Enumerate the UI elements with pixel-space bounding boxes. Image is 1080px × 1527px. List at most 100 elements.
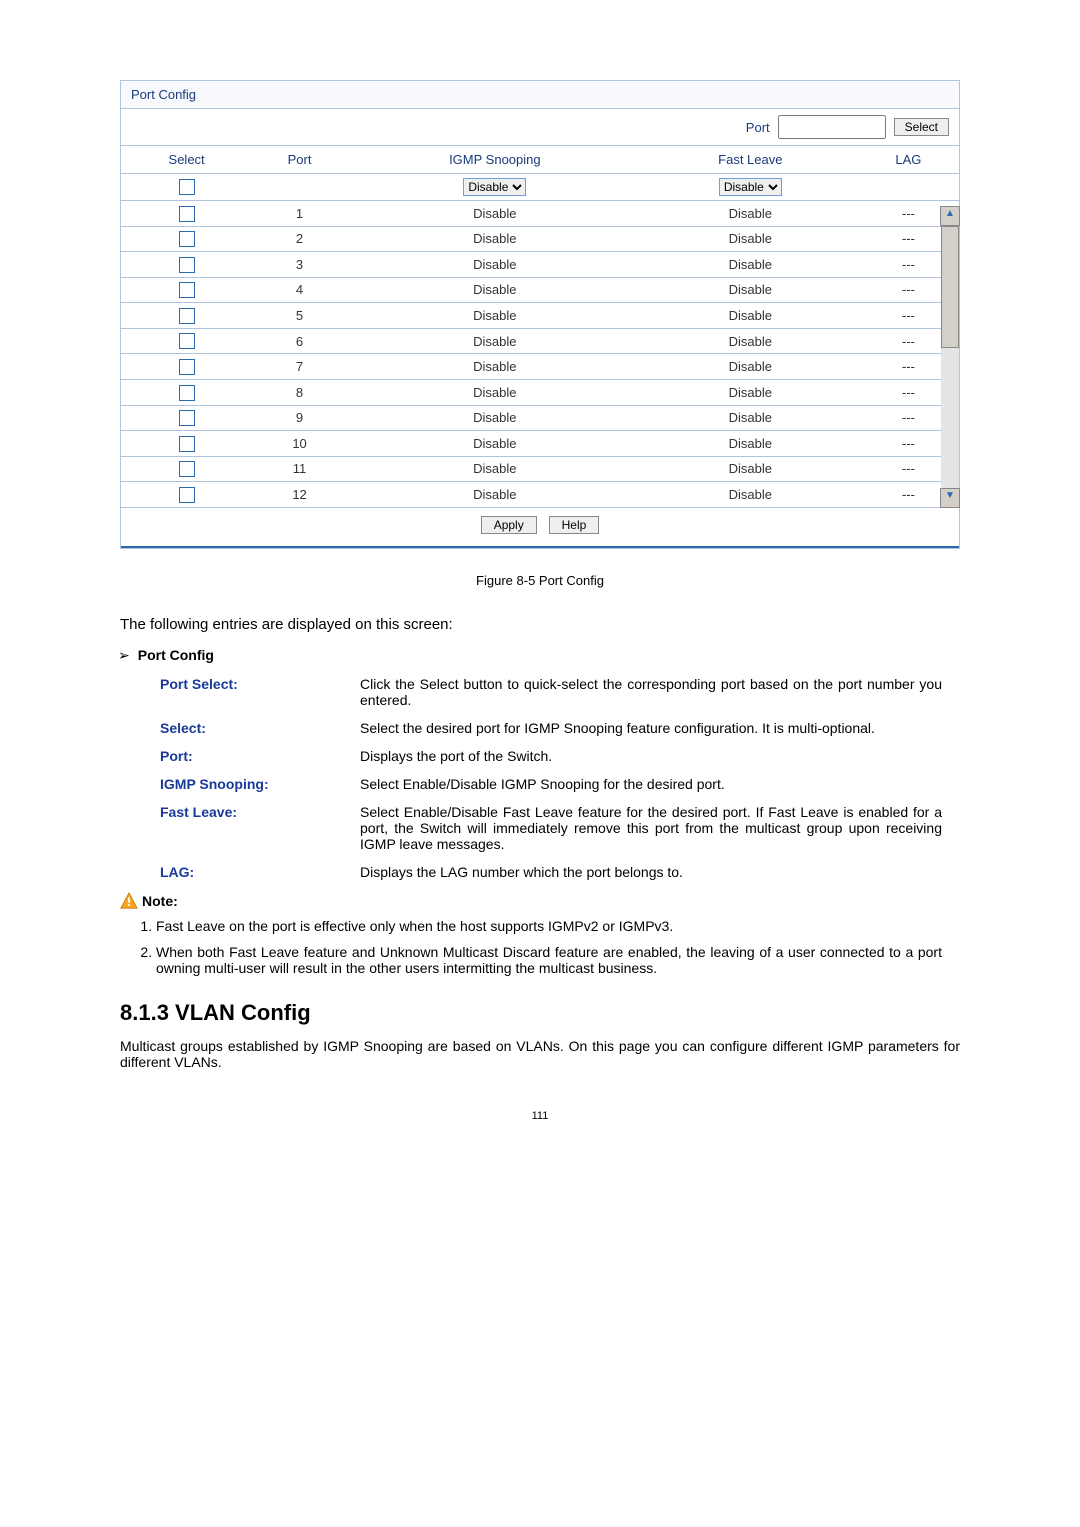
definition-row: Port Select:Click the Select button to q… — [160, 676, 942, 708]
definition-label: IGMP Snooping: — [160, 776, 360, 792]
definition-text: Select Enable/Disable IGMP Snooping for … — [360, 776, 942, 792]
definition-row: Fast Leave:Select Enable/Disable Fast Le… — [160, 804, 942, 852]
row-checkbox[interactable] — [179, 257, 195, 273]
table-row: 10DisableDisable--- — [121, 431, 959, 457]
leave-cell: Disable — [643, 277, 858, 303]
port-config-panel: Port Config Port Select Select Port IGMP… — [120, 80, 960, 549]
table-row: 9DisableDisable--- — [121, 405, 959, 431]
port-cell: 2 — [252, 226, 347, 252]
intro-text: The following entries are displayed on t… — [120, 616, 960, 633]
table-row: 8DisableDisable--- — [121, 379, 959, 405]
help-button[interactable]: Help — [549, 516, 600, 534]
snoop-cell: Disable — [347, 379, 643, 405]
leave-cell: Disable — [643, 201, 858, 227]
filter-row: Disable Disable — [121, 174, 959, 201]
section-heading: 8.1.3 VLAN Config — [120, 1000, 960, 1026]
row-checkbox[interactable] — [179, 487, 195, 503]
definitions-list: Port Select:Click the Select button to q… — [160, 676, 942, 880]
table-wrap: Select Port IGMP Snooping Fast Leave LAG… — [121, 146, 959, 508]
port-cell: 9 — [252, 405, 347, 431]
col-lag: LAG — [858, 146, 959, 174]
port-cell: 5 — [252, 303, 347, 329]
col-leave: Fast Leave — [643, 146, 858, 174]
snoop-cell: Disable — [347, 303, 643, 329]
row-checkbox[interactable] — [179, 385, 195, 401]
scroll-down-icon[interactable]: ▼ — [940, 488, 960, 508]
port-select-label: Port — [746, 120, 770, 135]
select-button[interactable]: Select — [894, 118, 949, 136]
definition-text: Displays the LAG number which the port b… — [360, 864, 942, 880]
select-all-checkbox[interactable] — [179, 179, 195, 195]
table-row: 5DisableDisable--- — [121, 303, 959, 329]
snoop-cell: Disable — [347, 226, 643, 252]
port-cell: 1 — [252, 201, 347, 227]
port-input[interactable] — [778, 115, 886, 139]
leave-cell: Disable — [643, 226, 858, 252]
table-row: 11DisableDisable--- — [121, 456, 959, 482]
row-checkbox[interactable] — [179, 206, 195, 222]
definition-label: LAG: — [160, 864, 360, 880]
port-cell: 4 — [252, 277, 347, 303]
panel-title: Port Config — [121, 81, 959, 109]
leave-filter-select[interactable]: Disable — [719, 178, 782, 196]
port-select-row: Port Select — [121, 109, 959, 146]
port-cell: 6 — [252, 328, 347, 354]
row-checkbox[interactable] — [179, 308, 195, 324]
row-checkbox[interactable] — [179, 461, 195, 477]
figure-caption: Figure 8-5 Port Config — [120, 573, 960, 588]
scroll-up-icon[interactable]: ▲ — [940, 206, 960, 226]
definition-label: Port: — [160, 748, 360, 764]
apply-button[interactable]: Apply — [481, 516, 537, 534]
leave-cell: Disable — [643, 431, 858, 457]
note-label: Note: — [142, 893, 178, 909]
definition-row: Select:Select the desired port for IGMP … — [160, 720, 942, 736]
warning-icon — [120, 892, 138, 910]
note-heading: Note: — [120, 892, 960, 910]
col-port: Port — [252, 146, 347, 174]
row-checkbox[interactable] — [179, 231, 195, 247]
table-row: 2DisableDisable--- — [121, 226, 959, 252]
definition-row: Port:Displays the port of the Switch. — [160, 748, 942, 764]
table-row: 7DisableDisable--- — [121, 354, 959, 380]
port-cell: 12 — [252, 482, 347, 508]
definition-text: Select Enable/Disable Fast Leave feature… — [360, 804, 942, 852]
scroll-thumb[interactable] — [941, 226, 959, 348]
row-checkbox[interactable] — [179, 410, 195, 426]
row-checkbox[interactable] — [179, 359, 195, 375]
snoop-cell: Disable — [347, 482, 643, 508]
snoop-cell: Disable — [347, 456, 643, 482]
leave-cell: Disable — [643, 456, 858, 482]
snoop-cell: Disable — [347, 201, 643, 227]
port-table: Select Port IGMP Snooping Fast Leave LAG… — [121, 146, 959, 508]
definition-label: Fast Leave: — [160, 804, 360, 852]
snoop-cell: Disable — [347, 405, 643, 431]
scrollbar[interactable]: ▲ ▼ — [941, 206, 959, 508]
port-cell: 10 — [252, 431, 347, 457]
button-row: Apply Help — [121, 508, 959, 546]
definition-text: Select the desired port for IGMP Snoopin… — [360, 720, 942, 736]
port-cell: 11 — [252, 456, 347, 482]
definition-text: Click the Select button to quick-select … — [360, 676, 942, 708]
definition-text: Displays the port of the Switch. — [360, 748, 942, 764]
table-row: 3DisableDisable--- — [121, 252, 959, 278]
snoop-cell: Disable — [347, 354, 643, 380]
note-item: When both Fast Leave feature and Unknown… — [156, 944, 942, 976]
row-checkbox[interactable] — [179, 282, 195, 298]
definition-row: IGMP Snooping:Select Enable/Disable IGMP… — [160, 776, 942, 792]
col-snoop: IGMP Snooping — [347, 146, 643, 174]
row-checkbox[interactable] — [179, 436, 195, 452]
page-number: 111 — [120, 1110, 960, 1122]
leave-cell: Disable — [643, 482, 858, 508]
snoop-filter-select[interactable]: Disable — [463, 178, 526, 196]
section-paragraph: Multicast groups established by IGMP Sno… — [120, 1038, 960, 1070]
snoop-cell: Disable — [347, 328, 643, 354]
bullet-heading: Port Config — [140, 647, 960, 664]
snoop-cell: Disable — [347, 252, 643, 278]
leave-cell: Disable — [643, 379, 858, 405]
leave-cell: Disable — [643, 405, 858, 431]
row-checkbox[interactable] — [179, 333, 195, 349]
note-item: Fast Leave on the port is effective only… — [156, 918, 942, 934]
port-cell: 8 — [252, 379, 347, 405]
port-cell: 7 — [252, 354, 347, 380]
table-row: 12DisableDisable--- — [121, 482, 959, 508]
